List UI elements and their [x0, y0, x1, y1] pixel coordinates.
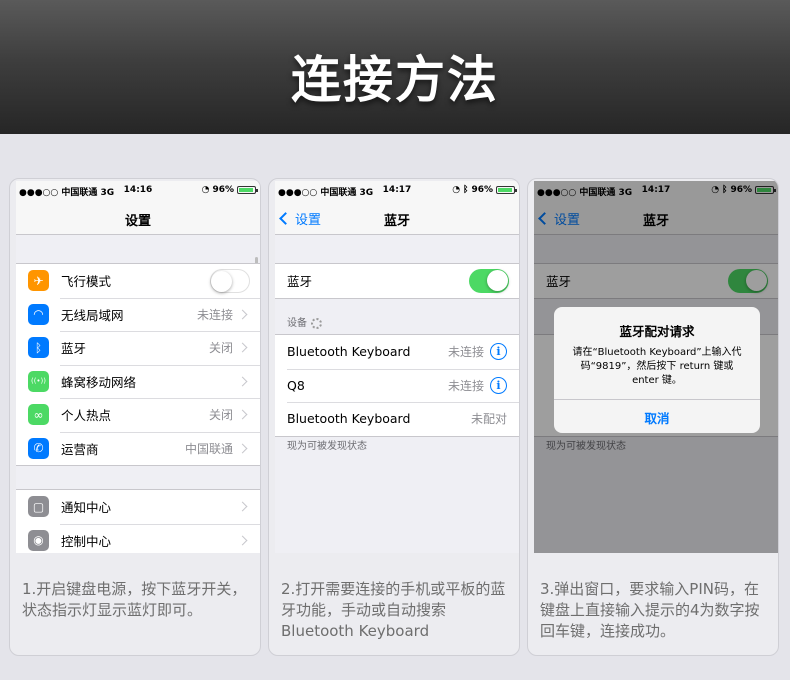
nav-bar: 设置 蓝牙	[275, 199, 519, 235]
step-card-3: ●●●○○ 中国联通 3G 14:17 ◔ ᛒ 96% 设置 蓝牙 蓝牙 现为可被发…	[527, 178, 779, 656]
status-bar: ●●●○○ 中国联通 3G 14:16 ◔ 96%	[16, 181, 260, 199]
battery-percent: 96%	[471, 185, 493, 195]
bluetooth-toggle-label: 蓝牙	[287, 274, 313, 290]
device-name: Q8	[287, 377, 305, 393]
alert-message: 请在“Bluetooth Keyboard”上输入代码“9819”，然后按下 r…	[572, 347, 742, 386]
settings-row-label: 飞行模式	[61, 274, 112, 290]
settings-group-system: ▢ 通知中心 ◉ 控制中心	[16, 489, 260, 553]
bluetooth-toggle-row: 蓝牙	[275, 264, 519, 298]
step-description: 1.开启键盘电源，按下蓝牙开关，状态指示灯显示蓝灯即可。	[22, 580, 247, 619]
chevron-right-icon	[237, 309, 248, 320]
pairing-alert: 蓝牙配对请求 请在“Bluetooth Keyboard”上输入代码“9819”…	[554, 307, 760, 433]
discoverable-note: 现为可被发现状态	[287, 441, 367, 452]
bluetooth-toggle-group: 蓝牙	[275, 263, 519, 299]
settings-row-label: 蜂窝移动网络	[61, 374, 137, 390]
chevron-right-icon	[237, 376, 248, 387]
step-card-2: ●●●○○ 中国联通 3G 14:17 ◔ ᛒ 96% 设置 蓝牙 蓝牙 设备 Bl…	[268, 178, 520, 656]
chevron-right-icon	[237, 443, 248, 454]
settings-row-label: 无线局域网	[61, 307, 124, 323]
settings-row[interactable]: ᛒ 蓝牙 关闭	[16, 331, 260, 365]
step-description: 3.弹出窗口，要求输入PIN码，在键盘上直接输入提示的4为数字按回车键，连接成功…	[540, 580, 760, 640]
airplane-mode-toggle[interactable]	[210, 268, 250, 293]
status-bar: ●●●○○ 中国联通 3G 14:17 ◔ ᛒ 96%	[275, 181, 519, 199]
settings-row[interactable]: ◉ 控制中心	[16, 523, 260, 554]
device-status: 未连接	[447, 345, 484, 360]
battery-icon	[237, 186, 258, 194]
phone-screen-settings: ●●●○○ 中国联通 3G 14:16 ◔ 96% 设置 ✈ 飞行模式 ◠ 无线局域网 未…	[16, 181, 260, 553]
info-icon[interactable]: i	[490, 343, 507, 361]
alert-cancel-button[interactable]: 取消	[554, 408, 760, 427]
bluetooth-icon: ᛒ	[28, 337, 49, 359]
settings-row[interactable]: ✈ 飞行模式	[16, 264, 260, 298]
nav-title: 蓝牙	[383, 214, 410, 229]
control-center-icon: ◉	[28, 529, 49, 551]
wifi-icon: ◠	[28, 303, 49, 325]
device-name: Bluetooth Keyboard	[287, 411, 411, 427]
device-list: Bluetooth Keyboard 未连接 i Q8 未连接 i Bluetooth Ke…	[275, 334, 519, 437]
settings-row[interactable]: ((•)) 蜂窝移动网络	[16, 364, 260, 399]
settings-row-label: 运营商	[61, 441, 99, 457]
device-row[interactable]: Bluetooth Keyboard 未配对	[275, 402, 519, 436]
phone-screen-pairing: ●●●○○ 中国联通 3G 14:17 ◔ ᛒ 96% 设置 蓝牙 蓝牙 现为可被发…	[534, 181, 778, 553]
device-status: 未配对	[470, 412, 507, 427]
page-title: 连接方法	[291, 51, 499, 109]
device-name: Bluetooth Keyboard	[287, 344, 411, 360]
hotspot-icon: ∞	[28, 404, 49, 426]
devices-section-header: 设备	[287, 314, 322, 329]
lock-rotation-icon: ◔	[201, 185, 210, 195]
phone-icon: ✆	[28, 437, 49, 459]
alert-divider	[554, 399, 760, 400]
nav-title: 设置	[124, 214, 151, 229]
device-row[interactable]: Bluetooth Keyboard 未连接 i	[275, 335, 519, 369]
settings-row-label: 通知中心	[61, 500, 112, 516]
battery-icon	[496, 186, 517, 194]
cellular-icon: ((•))	[28, 370, 49, 392]
settings-row-value: 关闭	[208, 408, 233, 423]
bluetooth-toggle[interactable]	[469, 268, 509, 293]
settings-row[interactable]: ◠ 无线局域网 未连接	[16, 297, 260, 332]
settings-group-connectivity: ✈ 飞行模式 ◠ 无线局域网 未连接 ᛒ 蓝牙 关闭 ((•)) 蜂窝移动网络 ∞ 个人热点 关闭 ✆ 运营…	[16, 263, 260, 466]
settings-row-label: 蓝牙	[61, 341, 87, 357]
airplane-icon: ✈	[28, 270, 49, 292]
chevron-right-icon	[237, 535, 248, 546]
chevron-right-icon	[237, 342, 248, 353]
loading-spinner-icon	[311, 317, 322, 329]
alert-title: 蓝牙配对请求	[619, 324, 695, 339]
chevron-right-icon	[237, 501, 248, 512]
device-row[interactable]: Q8 未连接 i	[275, 368, 519, 403]
settings-row-label: 个人热点	[61, 408, 112, 424]
device-status: 未连接	[447, 378, 484, 393]
header-banner: 连接方法	[0, 0, 790, 134]
devices-section-label: 设备	[287, 318, 307, 329]
settings-row-value: 中国联通	[184, 441, 233, 456]
notification-icon: ▢	[28, 496, 49, 518]
settings-row[interactable]: ∞ 个人热点 关闭	[16, 398, 260, 432]
lock-rotation-icon: ◔	[452, 185, 461, 195]
step-card-1: ●●●○○ 中国联通 3G 14:16 ◔ 96% 设置 ✈ 飞行模式 ◠ 无线局域网 未…	[9, 178, 261, 656]
settings-row[interactable]: ✆ 运营商 中国联通	[16, 431, 260, 466]
info-icon[interactable]: i	[490, 376, 507, 394]
battery-percent: 96%	[212, 185, 234, 195]
settings-row-label: 控制中心	[61, 533, 112, 549]
settings-row-value: 未连接	[196, 307, 233, 322]
bluetooth-status-icon: ᛒ	[463, 185, 469, 195]
step-description: 2.打开需要连接的手机或平板的蓝牙功能，手动或自动搜索Bluetooth Key…	[281, 580, 506, 640]
nav-bar: 设置	[16, 199, 260, 235]
chevron-right-icon	[237, 409, 248, 420]
settings-row-value: 关闭	[208, 341, 233, 356]
settings-row[interactable]: ▢ 通知中心	[16, 490, 260, 524]
phone-screen-bluetooth: ●●●○○ 中国联通 3G 14:17 ◔ ᛒ 96% 设置 蓝牙 蓝牙 设备 Bl…	[275, 181, 519, 553]
